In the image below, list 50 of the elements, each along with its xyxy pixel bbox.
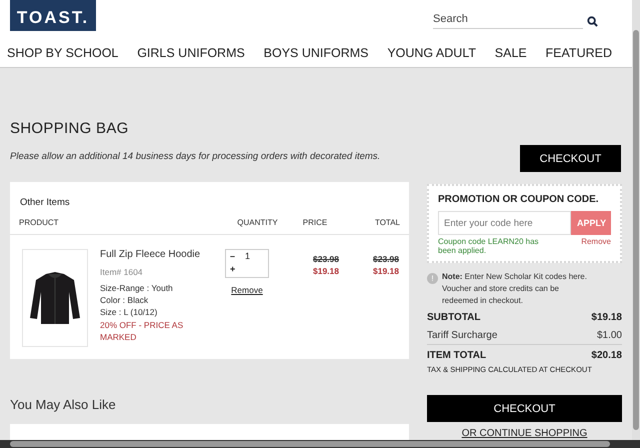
sale-price: $19.18 <box>313 266 339 276</box>
nav-link[interactable]: SALE <box>494 46 527 59</box>
summary-label: Tariff Surcharge <box>427 330 498 341</box>
product-detail: Size : L (10/12) <box>100 306 158 318</box>
remove-link[interactable]: Remove <box>581 237 611 255</box>
horizontal-scrollbar[interactable] <box>0 440 640 448</box>
search-field[interactable]: Search <box>433 13 583 29</box>
original-price: $23.98 <box>313 254 339 264</box>
quantity-stepper[interactable]: – 1 + <box>225 249 269 278</box>
coupon-title: PROMOTION OR COUPON CODE. <box>438 194 600 205</box>
item-number: Item# 1604 <box>100 267 144 277</box>
quantity-value: 1 <box>245 251 250 261</box>
column-header: QUANTITY <box>236 218 279 227</box>
checkout-button[interactable]: CHECKOUT <box>520 145 621 172</box>
nav-link[interactable]: GIRLS UNIFORMS <box>137 46 245 59</box>
summary-value: $1.00 <box>596 330 622 341</box>
summary-label: SUBTOTAL <box>427 312 481 323</box>
original-total: $23.98 <box>373 254 399 264</box>
column-header: PRODUCT <box>19 218 60 227</box>
page-title: SHOPPING BAG <box>10 120 130 137</box>
product-image[interactable] <box>22 249 88 347</box>
coupon-note: Note: Enter New Scholar Kit codes here. Voucher and store credits can be redeemed in checkout. <box>442 271 588 307</box>
product-detail: Color : Black <box>100 294 150 306</box>
vertical-scrollbar[interactable] <box>632 0 640 440</box>
summary-value: $20.18 <box>591 350 622 361</box>
column-header: TOTAL <box>374 218 400 227</box>
nav-link[interactable]: SHOP BY SCHOOL <box>7 46 118 59</box>
section-title: You May Also Like <box>10 397 117 412</box>
nav-link[interactable]: BOYS UNIFORMS <box>264 46 369 59</box>
checkout-button[interactable]: CHECKOUT <box>427 395 622 422</box>
search-icon[interactable] <box>587 16 598 26</box>
nav-link[interactable]: FEATURED <box>546 46 612 59</box>
summary-value: $19.18 <box>591 312 622 323</box>
info-icon: ! <box>427 273 438 284</box>
remove-link[interactable]: Remove <box>231 285 263 295</box>
section-title: Other Items <box>19 196 71 210</box>
summary-label: ITEM TOTAL <box>427 350 486 361</box>
coupon-message: Coupon code LEARN20 has been applied. <box>438 237 540 255</box>
product-name[interactable]: Full Zip Fleece Hoodie <box>100 249 210 260</box>
minus-button[interactable]: – <box>230 251 236 261</box>
continue-shopping-link[interactable]: OR CONTINUE SHOPPING <box>427 428 622 439</box>
coupon-field[interactable]: Enter your code here <box>438 211 571 235</box>
processing-note: Please allow an additional 14 business days for processing orders with decorated items. <box>10 151 382 162</box>
column-header: PRICE <box>302 218 328 227</box>
brand-logo[interactable]: TOAST. <box>10 0 96 31</box>
plus-button[interactable]: + <box>230 264 264 274</box>
discount-label: 20% OFF - PRICE AS MARKED <box>100 319 184 343</box>
product-detail: Size-Range : Youth <box>100 282 174 294</box>
nav-link[interactable]: YOUNG ADULT <box>387 46 476 59</box>
sale-total: $19.18 <box>373 266 399 276</box>
